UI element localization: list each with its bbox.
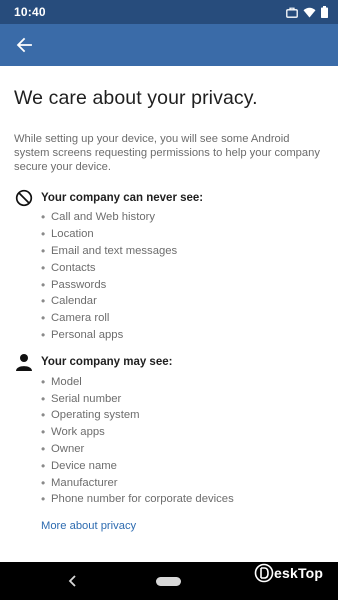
- never-see-title: Your company can never see:: [41, 192, 204, 204]
- may-see-header: Your company may see:: [14, 352, 324, 372]
- blocked-icon: [14, 188, 34, 208]
- status-bar: 10:40: [0, 0, 338, 24]
- may-see-title: Your company may see:: [41, 356, 173, 369]
- battery-icon: [321, 6, 328, 18]
- briefcase-icon: [286, 7, 298, 18]
- list-item: • Phone number for corporate devices: [41, 492, 234, 507]
- privacy-content: We care about your privacy. While settin…: [14, 66, 324, 532]
- intro-text: While setting up your device, you will s…: [14, 133, 320, 173]
- person-icon: [14, 352, 34, 372]
- never-see-header: Your company can never see:: [14, 188, 324, 208]
- status-time: 10:40: [14, 5, 46, 19]
- watermark: eskTop: [254, 563, 323, 583]
- arrow-left-icon: [16, 37, 32, 53]
- more-about-privacy-link[interactable]: More about privacy: [41, 520, 324, 532]
- never-see-list: • Call and Web history • Location • Email a…: [41, 209, 324, 343]
- list-item: • Model: [41, 374, 82, 389]
- list-item: • Calendar: [41, 294, 97, 309]
- may-see-list: • Model • Serial number • Operating system …: [41, 373, 324, 507]
- app-bar: [0, 24, 338, 66]
- page-title: We care about your privacy.: [14, 87, 258, 109]
- list-item: • Call and Web history: [41, 210, 156, 225]
- list-item: • Location: [41, 227, 94, 242]
- list-item: • Camera roll: [41, 311, 110, 326]
- back-button[interactable]: [12, 33, 36, 57]
- watermark-logo-icon: [254, 563, 274, 583]
- may-see-section: Your company may see: • Model • Serial num…: [14, 352, 324, 507]
- list-item: • Manufacturer: [41, 475, 118, 490]
- list-item: • Operating system: [41, 408, 140, 423]
- status-icons: [286, 6, 328, 18]
- watermark-text: eskTop: [274, 565, 324, 581]
- nav-back-icon[interactable]: [66, 574, 80, 588]
- list-item: • Serial number: [41, 391, 122, 406]
- nav-home-button[interactable]: [156, 577, 181, 586]
- list-item: • Work apps: [41, 425, 105, 440]
- list-item: • Email and text messages: [41, 243, 178, 258]
- list-item: • Passwords: [41, 277, 107, 292]
- list-item: • Personal apps: [41, 327, 124, 342]
- list-item: • Contacts: [41, 260, 96, 275]
- wifi-icon: [303, 7, 316, 18]
- list-item: • Device name: [41, 458, 117, 473]
- never-see-section: Your company can never see: • Call and We…: [14, 188, 324, 343]
- list-item: • Owner: [41, 441, 85, 456]
